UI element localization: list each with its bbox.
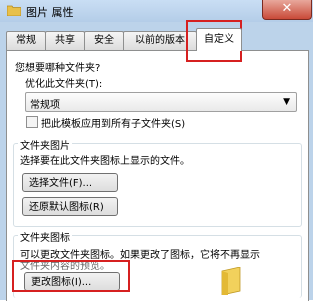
folder-icons-title: 文件夹图标 [18, 229, 72, 244]
folder-pictures-description: 选择要在此文件夹图标上显示的文件。 [20, 156, 190, 167]
window-title: 图片 属性 [26, 6, 74, 19]
optimize-label: 优化此文件夹(T): [25, 79, 103, 90]
choose-file-button[interactable]: 选择文件(F)... [22, 173, 118, 192]
tab-security[interactable]: 安全 [84, 31, 124, 50]
apply-subfolders-checkbox[interactable] [26, 116, 38, 128]
folder-type-question: 您想要哪种文件夹? [15, 63, 101, 74]
folder-pictures-group: 文件夹图片 选择要在此文件夹图标上显示的文件。 选择文件(F)... 还原默认图… [13, 137, 302, 227]
close-button[interactable]: ✕ [262, 0, 312, 20]
optimize-dropdown[interactable]: 常规项 ▼ [25, 92, 297, 112]
folder-pictures-title: 文件夹图片 [18, 137, 72, 152]
apply-subfolders-label: 把此模板应用到所有子文件夹(S) [41, 119, 186, 130]
properties-window: 图片 属性 ✕ 您想要哪种文件夹? 优化此文件夹(T): 常规项 ▼ 把此模板应… [0, 0, 313, 301]
folder-type-group: 您想要哪种文件夹? 优化此文件夹(T): 常规项 ▼ 把此模板应用到所有子文件夹… [13, 59, 300, 130]
title-bar[interactable]: 图片 属性 ✕ [0, 0, 313, 22]
tab-sharing[interactable]: 共享 [45, 31, 85, 50]
tab-general[interactable]: 常规 [6, 31, 46, 50]
tab-customize[interactable]: 自定义 [196, 28, 242, 51]
close-icon: ✕ [281, 1, 293, 16]
restore-default-button[interactable]: 还原默认图标(R) [22, 197, 118, 216]
folder-preview-icon [220, 266, 242, 298]
folder-icon [6, 4, 22, 17]
chevron-down-icon: ▼ [283, 97, 290, 107]
change-icon-highlight [12, 260, 130, 292]
optimize-value: 常规项 [30, 100, 60, 111]
